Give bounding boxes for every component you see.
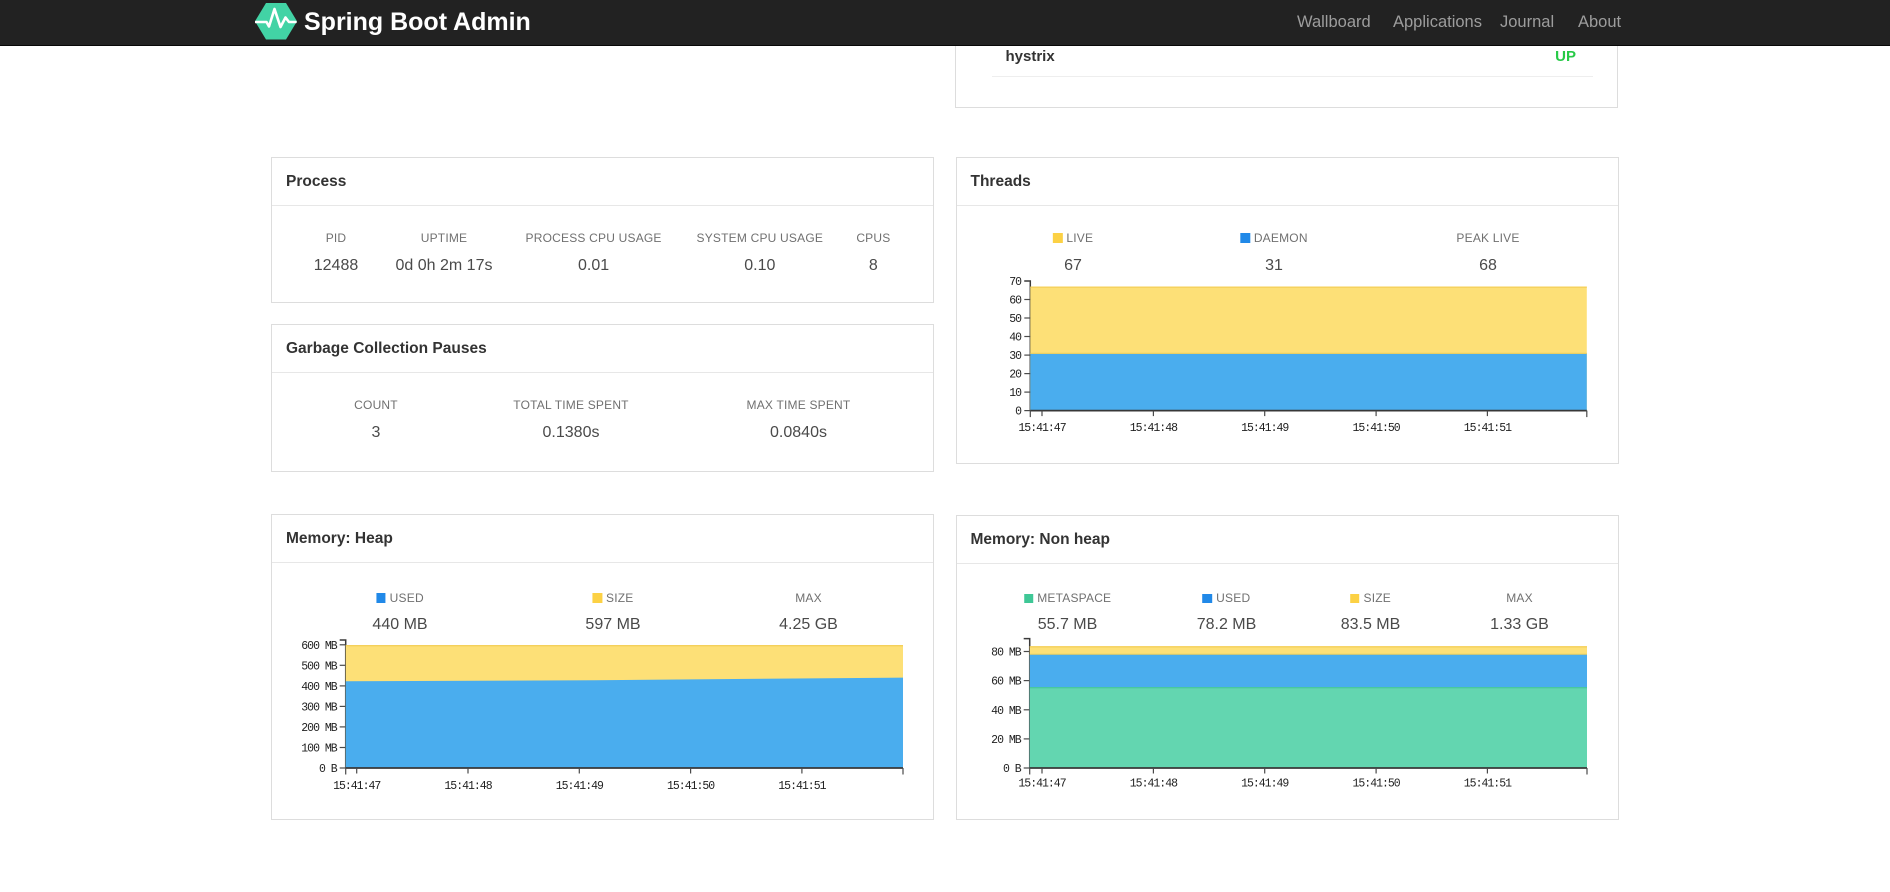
svg-text:0: 0	[1015, 406, 1022, 419]
svg-text:15:41:51: 15:41:51	[1464, 422, 1512, 435]
svg-text:60: 60	[1009, 295, 1022, 308]
svg-text:0 B: 0 B	[1003, 763, 1022, 776]
svg-text:15:41:49: 15:41:49	[556, 780, 604, 793]
svg-text:15:41:47: 15:41:47	[1018, 422, 1065, 435]
svg-text:500 MB: 500 MB	[301, 660, 338, 673]
svg-text:15:41:48: 15:41:48	[1130, 422, 1178, 435]
svg-text:0 B: 0 B	[319, 763, 338, 776]
svg-text:15:41:50: 15:41:50	[1352, 422, 1400, 435]
svg-text:300 MB: 300 MB	[301, 701, 338, 714]
svg-text:15:41:48: 15:41:48	[444, 780, 492, 793]
svg-text:20 MB: 20 MB	[991, 734, 1022, 747]
svg-text:60 MB: 60 MB	[991, 676, 1022, 689]
svg-text:400 MB: 400 MB	[301, 681, 338, 694]
svg-text:10: 10	[1009, 387, 1022, 400]
svg-text:20: 20	[1009, 369, 1022, 382]
svg-text:40 MB: 40 MB	[991, 705, 1022, 718]
svg-text:15:41:48: 15:41:48	[1130, 778, 1178, 791]
svg-text:15:41:50: 15:41:50	[1352, 778, 1400, 791]
svg-text:200 MB: 200 MB	[301, 722, 338, 735]
svg-text:600 MB: 600 MB	[301, 640, 338, 653]
svg-text:15:41:50: 15:41:50	[667, 780, 715, 793]
svg-text:100 MB: 100 MB	[301, 743, 338, 756]
svg-text:70: 70	[1009, 276, 1022, 289]
svg-text:50: 50	[1009, 313, 1022, 326]
svg-text:15:41:47: 15:41:47	[333, 780, 380, 793]
svg-text:15:41:47: 15:41:47	[1018, 778, 1065, 791]
svg-text:15:41:51: 15:41:51	[778, 780, 826, 793]
svg-text:30: 30	[1009, 350, 1022, 363]
svg-text:80 MB: 80 MB	[991, 647, 1022, 660]
svg-text:15:41:49: 15:41:49	[1241, 778, 1289, 791]
svg-text:40: 40	[1009, 332, 1022, 345]
svg-text:15:41:49: 15:41:49	[1241, 422, 1289, 435]
svg-text:15:41:51: 15:41:51	[1464, 778, 1512, 791]
